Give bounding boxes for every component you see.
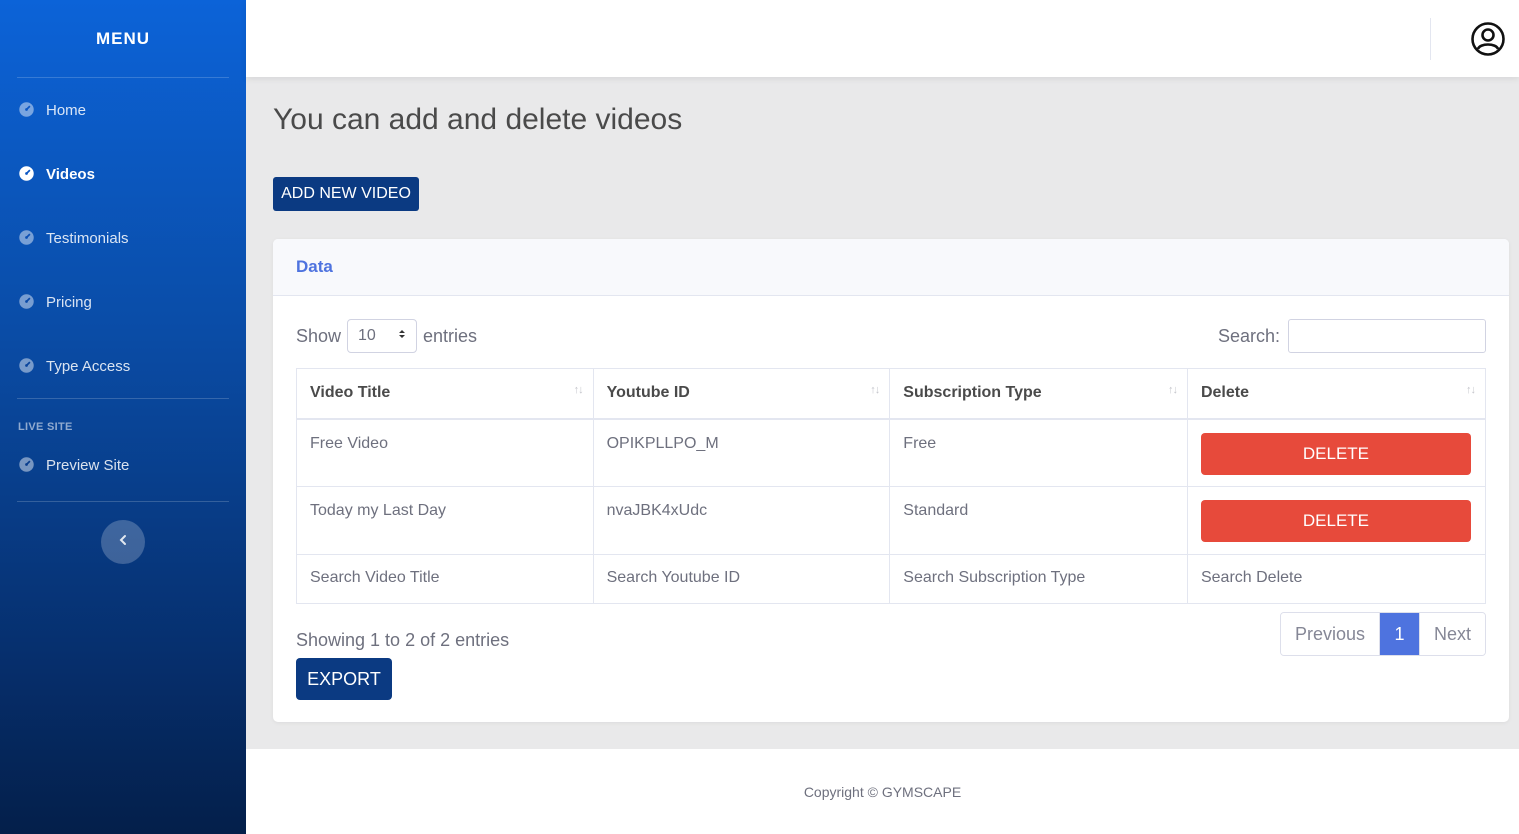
footer: Copyright © GYMSCAPE [246,749,1519,834]
column-search-row: Search Video Title Search Youtube ID Sea… [296,554,1487,604]
main-content: You can add and delete videos ADD NEW VI… [246,77,1519,749]
tachometer-icon [18,165,36,183]
topbar-divider [1430,18,1431,60]
entries-label: entries [423,325,478,346]
cell-subscription-type: Free [889,418,1188,487]
videos-table: Video Title ↑↓ Youtube ID ↑↓ Subscription … [296,368,1487,604]
pagination-next[interactable]: Next [1418,613,1485,655]
cell-video-title: Free Video [296,418,594,487]
sidebar-item-label: Type Access [46,357,131,375]
user-circle-icon[interactable] [1470,21,1506,57]
column-search-video-title[interactable]: Search Video Title [296,554,594,604]
cell-delete: DELETE [1186,418,1487,487]
sidebar-item-label: Preview Site [46,456,130,474]
table-header-row: Video Title ↑↓ Youtube ID ↑↓ Subscription … [296,368,1487,420]
cell-youtube-id: OPIKPLLPO_M [592,418,891,487]
table-row: Today my Last Day nvaJBK4xUdc Standard D… [296,486,1487,555]
entries-select-value: 10 [358,327,376,344]
sidebar-item-testimonials[interactable]: Testimonials [0,206,246,270]
tachometer-icon [18,101,36,119]
delete-button[interactable]: DELETE [1200,500,1471,542]
tachometer-icon [18,357,36,375]
show-label: Show [296,325,342,346]
search-label: Search: [1217,325,1280,346]
tachometer-icon [18,229,36,247]
sort-icon: ↑↓ [870,384,880,396]
sort-icon: ↑↓ [1167,384,1178,396]
column-header-label: Subscription Type [903,384,1042,402]
cell-video-title: Today my Last Day [296,486,594,555]
column-header-label: Delete [1200,384,1249,402]
chevron-left-icon [117,533,129,551]
table-info: Showing 1 to 2 of 2 entries [296,630,510,650]
sidebar-item-type-access[interactable]: Type Access [0,334,246,398]
sort-icon: ↑↓ [1466,384,1476,396]
sidebar-item-label: Testimonials [46,229,129,247]
tachometer-icon [18,293,36,311]
column-header-label: Video Title [310,384,391,402]
page-title: You can add and delete videos [273,103,683,136]
topbar [246,0,1519,77]
add-new-video-button[interactable]: ADD NEW VIDEO [273,177,419,211]
table-search: Search: [1218,319,1486,353]
column-search-youtube-id[interactable]: Search Youtube ID [592,554,891,604]
card-header: Data [273,239,1509,296]
pagination: Previous 1 Next [1279,612,1486,656]
sidebar-toggle-wrap [0,502,246,564]
select-arrows-icon [398,327,406,345]
sidebar-item-label: Pricing [46,293,92,311]
data-card: Data Show 10 entries Search: Video Title… [273,239,1509,722]
sidebar-item-preview-site[interactable]: Preview Site [0,439,246,491]
sidebar-item-home[interactable]: Home [0,78,246,142]
column-header-subscription-type[interactable]: Subscription Type ↑↓ [889,368,1188,420]
cell-subscription-type: Standard [889,486,1188,555]
table-row: Free Video OPIKPLLPO_M Free DELETE [296,418,1487,487]
entries-length-control: Show 10 entries [296,319,477,353]
column-search-subscription-type[interactable]: Search Subscription Type [889,554,1188,604]
tachometer-icon [18,456,36,474]
cell-delete: DELETE [1186,486,1487,555]
export-button[interactable]: EXPORT [296,658,392,700]
column-header-youtube-id[interactable]: Youtube ID ↑↓ [592,368,891,420]
column-header-video-title[interactable]: Video Title ↑↓ [296,368,594,420]
cell-youtube-id: nvaJBK4xUdc [592,486,891,555]
sidebar-item-label: Videos [46,165,95,183]
delete-button[interactable]: DELETE [1200,432,1471,475]
column-header-label: Youtube ID [606,384,690,402]
sidebar-brand: MENU [95,28,151,48]
sort-icon: ↑↓ [573,384,584,396]
sidebar-item-pricing[interactable]: Pricing [0,270,246,334]
pagination-previous[interactable]: Previous [1280,613,1379,655]
search-input[interactable] [1288,319,1486,353]
entries-select[interactable]: 10 [347,319,418,353]
copyright-text: Copyright © GYMSCAPE [803,783,962,800]
pagination-page-1[interactable]: 1 [1378,613,1419,655]
column-header-delete[interactable]: Delete ↑↓ [1186,368,1487,420]
sidebar-toggle-button[interactable] [101,520,145,564]
sidebar-item-videos[interactable]: Videos [0,142,246,206]
sidebar-item-label: Home [46,101,87,119]
sidebar-section-heading: LIVE SITE [18,421,73,433]
column-search-delete[interactable]: Search Delete [1186,554,1487,604]
sidebar: MENU Home Videos Testimonials Pricing Ty… [0,0,246,834]
